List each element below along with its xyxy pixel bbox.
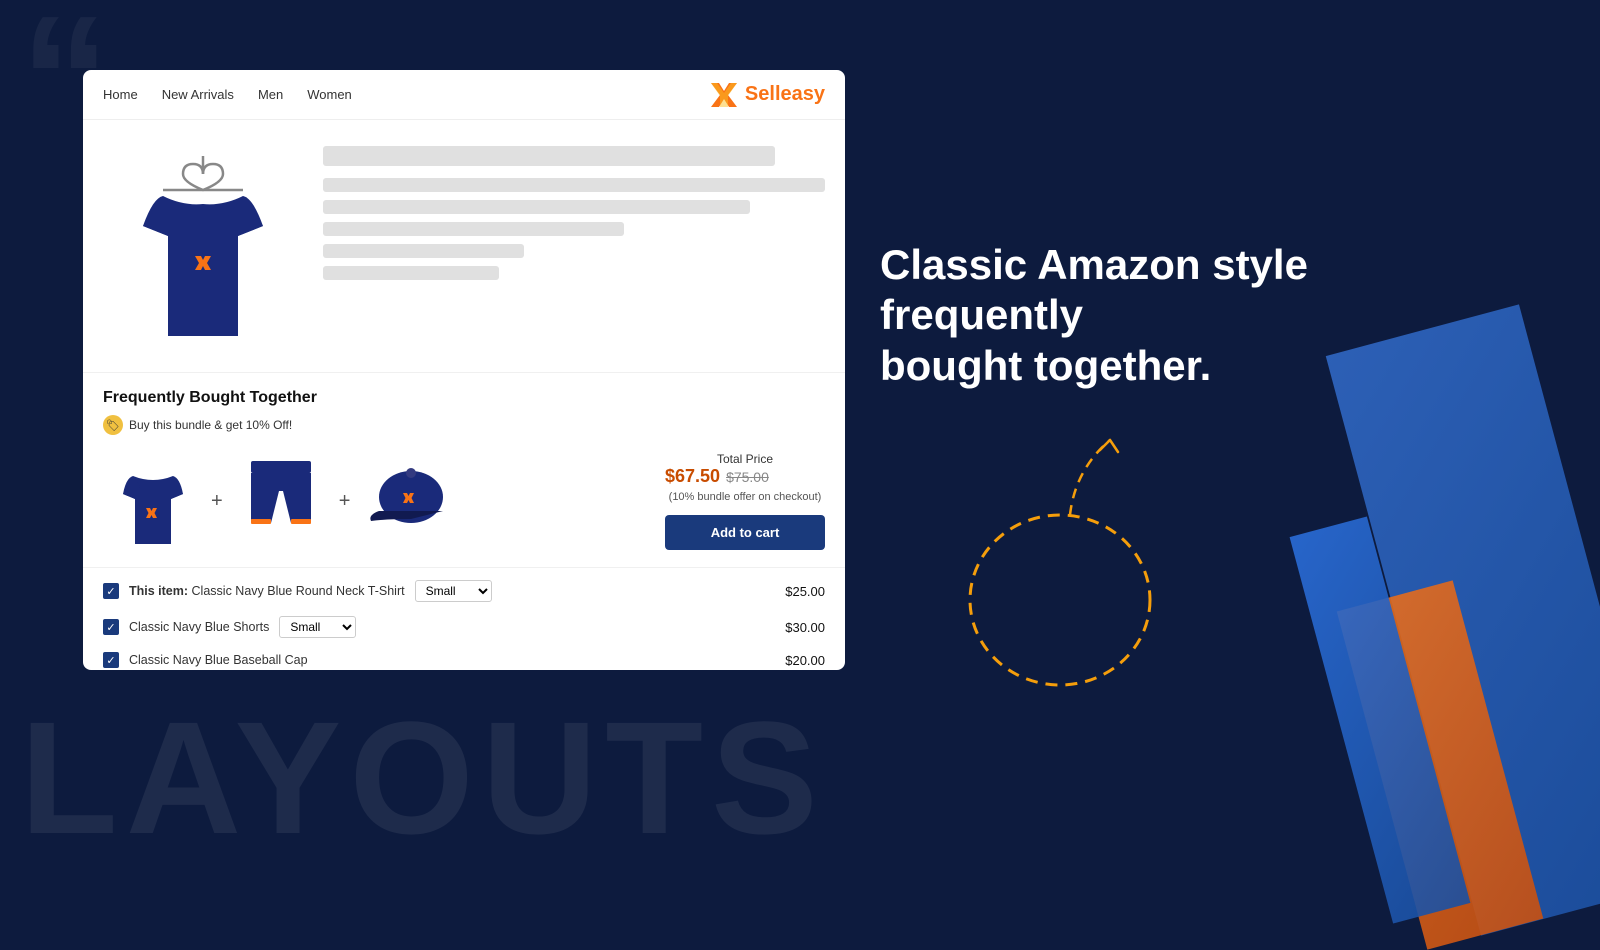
skeleton-line-4 [323, 244, 524, 258]
item-checkbox-2[interactable] [103, 619, 119, 635]
fbt-title: Frequently Bought Together [103, 389, 825, 407]
nav-links: Home New Arrivals Men Women [103, 87, 352, 102]
skeleton-line-3 [323, 222, 624, 236]
item-price-1: $25.00 [785, 584, 825, 599]
fbt-product-shorts [231, 451, 331, 551]
doodle-decoration [900, 370, 1220, 710]
item-price-2: $30.00 [785, 620, 825, 635]
logo: Selleasy [709, 83, 825, 107]
product-area [83, 120, 845, 372]
item-label-1: This item: Classic Navy Blue Round Neck … [129, 584, 405, 598]
bg-layouts-decoration: LAYOUTS [20, 686, 826, 870]
item-size-select-1[interactable]: Small Medium Large [415, 580, 492, 602]
fbt-total-label: Total Price [665, 452, 825, 466]
logo-easy: easy [781, 83, 826, 105]
item-row-3: Classic Navy Blue Baseball Cap $20.00 [103, 652, 825, 668]
skeleton-line-1 [323, 178, 825, 192]
item-checkbox-1[interactable] [103, 583, 119, 599]
badge-icon: 🏷 [103, 415, 123, 435]
fbt-discount-note: (10% bundle offer on checkout) [665, 491, 825, 503]
item-row-1: This item: Classic Navy Blue Round Neck … [103, 580, 825, 602]
fbt-prices: $67.50 $75.00 [665, 466, 825, 487]
product-details [323, 136, 825, 356]
item-label-3: Classic Navy Blue Baseball Cap [129, 653, 308, 667]
item-row-2: Classic Navy Blue Shorts Small Medium La… [103, 616, 825, 638]
product-tshirt-image [123, 146, 283, 356]
add-to-cart-button[interactable]: Add to cart [665, 515, 825, 550]
fbt-old-price: $75.00 [726, 469, 769, 485]
item-size-select-2[interactable]: Small Medium Large [279, 616, 356, 638]
headline: Classic Amazon style frequently bought t… [880, 240, 1400, 391]
fbt-products-row: + + [103, 451, 458, 551]
skeleton-title [323, 146, 775, 166]
fbt-badge-label: Buy this bundle & get 10% Off! [129, 418, 292, 432]
item-list: This item: Classic Navy Blue Round Neck … [83, 567, 845, 670]
fbt-product-tshirt [103, 451, 203, 551]
nav-men[interactable]: Men [258, 87, 283, 102]
product-image-wrapper [103, 136, 303, 356]
navbar: Home New Arrivals Men Women Selleasy [83, 70, 845, 120]
fbt-subtitle: 🏷 Buy this bundle & get 10% Off! [103, 415, 825, 435]
nav-new-arrivals[interactable]: New Arrivals [162, 87, 234, 102]
item-checkbox-3[interactable] [103, 652, 119, 668]
fbt-plus-2: + [339, 490, 351, 513]
logo-sell: Sell [745, 83, 781, 105]
headline-line1: Classic Amazon style frequently [880, 241, 1308, 338]
fbt-section: Frequently Bought Together 🏷 Buy this bu… [83, 372, 845, 567]
skeleton-line-5 [323, 266, 499, 280]
product-card: Home New Arrivals Men Women Selleasy [83, 70, 845, 670]
fbt-product-cap [358, 451, 458, 551]
nav-home[interactable]: Home [103, 87, 138, 102]
logo-text: Selleasy [745, 83, 825, 106]
fbt-new-price: $67.50 [665, 466, 720, 487]
fbt-plus-1: + [211, 490, 223, 513]
item-label-2: Classic Navy Blue Shorts [129, 620, 269, 634]
logo-icon [709, 83, 739, 107]
fbt-price-area: Total Price $67.50 $75.00 (10% bundle of… [665, 452, 825, 550]
nav-women[interactable]: Women [307, 87, 352, 102]
item-price-3: $20.00 [785, 653, 825, 668]
skeleton-line-2 [323, 200, 750, 214]
